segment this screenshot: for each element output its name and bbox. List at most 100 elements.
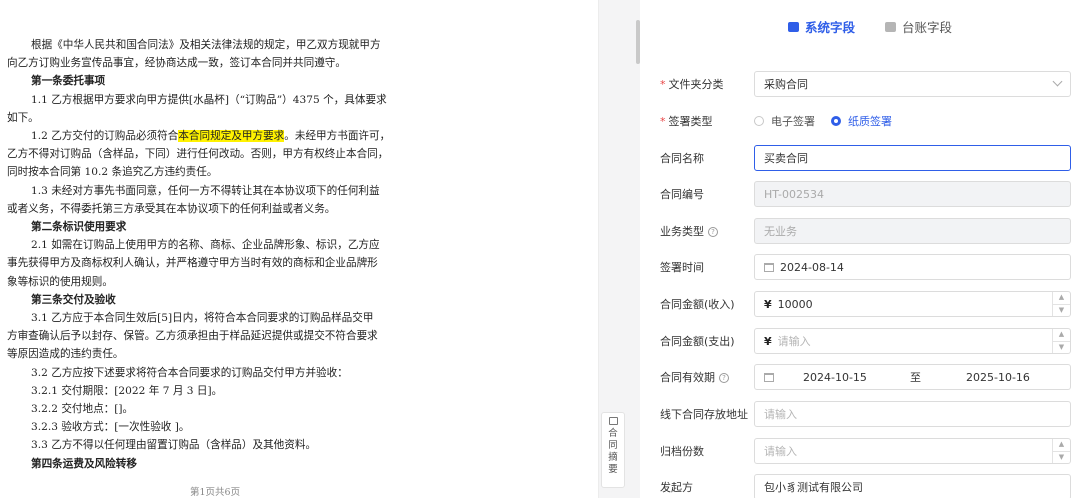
calendar-icon [764,262,774,272]
row-contract-no: 合同编号 HT-002534 [640,179,1080,209]
archive-copies-input[interactable]: 请输入 ▲ ▼ [754,438,1071,464]
range-separator: 至 [910,371,921,384]
contract-summary-button[interactable]: 合 同 摘 要 [601,412,625,488]
row-sign-type: * 签署类型 电子签署 纸质签署 [640,106,1080,136]
field-label: 发起方 [660,481,693,494]
row-initiator: 发起方 包小豸测试有限公司 [640,472,1080,498]
document-line: 第四条运费及风险转移 [31,457,137,470]
document-preview: 根据《中华人民共和国合同法》及相关法律法规的规定，甲乙双方现就甲方向乙方订购业务… [0,0,598,498]
tab-label: 台账字段 [902,20,953,35]
field-label: 合同有效期? [660,369,729,385]
summary-char: 摘 [608,452,618,463]
document-line: 第三条交付及验收 [31,293,116,306]
select-value: 采购合同 [764,78,808,91]
summary-icon [608,417,618,425]
tab-system-fields[interactable]: 系统字段 [788,17,855,36]
field-label: 线下合同存放地址 [660,408,748,421]
summary-char: 合 [608,428,618,439]
business-type-input: 无业务 [754,218,1071,244]
highlighted-text: 本合同规定及甲方要求 [178,130,285,143]
document-line: 如下。 [7,111,39,124]
chevron-down-icon[interactable]: ▼ [1053,342,1070,354]
chevron-down-icon[interactable]: ▼ [1053,305,1070,317]
contract-name-input[interactable]: 买卖合同 [754,145,1071,171]
sign-type-radio-group: 电子签署 纸质签署 [754,113,892,129]
field-label: * 签署类型 [660,115,713,128]
document-line: 乙方不得对订购品（含样品，下同）进行任何改动。否则，甲方有权终止本合同， [7,148,389,161]
row-folder-category: * 文件夹分类 采购合同 [640,69,1080,99]
radio-circle [831,116,841,126]
page-indicator: 第1页共6页 [190,487,241,498]
summary-char: 要 [608,464,618,475]
currency-symbol: ¥ [764,297,772,311]
radio-circle [754,116,764,126]
row-validity: 合同有效期? 2024-10-15 至 2025-10-16 [640,362,1080,392]
radio-electronic-sign[interactable]: 电子签署 [754,113,815,129]
document-line: 事先获得甲方及商标权利人确认，并严格遵守甲方当时有效的商标和企业品牌形 [7,257,378,270]
folder-category-select[interactable]: 采购合同 [754,71,1071,97]
document-line: 同时按本合同第 10.2 条追究乙方违约责任。 [7,166,218,179]
chevron-up-icon[interactable]: ▲ [1053,439,1070,452]
required-mark: * [660,115,666,128]
chart-icon [788,21,799,32]
required-mark: * [660,78,666,91]
amount-income-input[interactable]: ¥ 10000 ▲ ▼ [754,291,1071,317]
tab-ledger-fields[interactable]: 台账字段 [885,17,952,36]
document-line: 第二条标识使用要求 [31,221,127,234]
tab-label: 系统字段 [805,20,856,35]
contract-form-panel: 系统字段 台账字段 *文件夹分类 采购合同 *签署类型 电子签署 纸质签署 [640,0,1080,498]
field-label: 合同编号 [660,188,704,201]
chevron-up-icon[interactable]: ▲ [1053,292,1070,305]
summary-char: 同 [608,440,618,451]
radio-paper-sign[interactable]: 纸质签署 [831,113,892,129]
field-tabs: 系统字段 台账字段 [788,17,952,36]
document-line: 3.2.3 验收方式：[一次性验收 ]。 [31,421,190,434]
number-stepper[interactable]: ▲ ▼ [1052,329,1070,353]
field-label: 合同金额(收入) [660,298,735,311]
field-label: * 文件夹分类 [660,78,724,91]
document-body: 根据《中华人民共和国合同法》及相关法律法规的规定，甲乙双方现就甲方向乙方订购业务… [7,36,437,473]
row-contract-name: 合同名称 买卖合同 [640,143,1080,173]
field-label: 合同金额(支出) [660,335,735,348]
document-line: 1.3 未经对方事先书面同意，任何一方不得转让其在本协议项下的任何利益 [31,184,380,197]
document-line: 1.2 乙方交付的订购品必须符合本合同规定及甲方要求。未经甲方书面许可， [31,130,391,143]
field-label: 合同名称 [660,152,704,165]
row-offline-address: 线下合同存放地址 请输入 [640,399,1080,429]
document-line: 3.2.1 交付期限：[2022 年 7 月 3 日]。 [31,384,223,397]
range-start[interactable]: 2024-10-15 [803,371,867,384]
validity-range-picker[interactable]: 2024-10-15 至 2025-10-16 [754,364,1071,390]
offline-address-input[interactable]: 请输入 [754,401,1071,427]
help-icon[interactable]: ? [719,373,729,383]
document-line: 2.1 如需在订购品上使用甲方的名称、商标、企业品牌形象、标识，乙方应 [31,239,380,252]
document-line: 3.1 乙方应于本合同生效后[5]日内，将符合本合同要求的订购品样品交甲 [31,312,374,325]
chevron-down-icon[interactable]: ▼ [1053,452,1070,464]
document-line: 方审查确认后予以封存、保管。乙方须承担由于样品延迟提供或提交不符合要求 [7,330,378,343]
ledger-icon [885,21,897,32]
document-line: 象等标识的使用规则。 [7,275,113,288]
document-line: 3.3 乙方不得以任何理由留置订购品（含样品）及其他资料。 [31,439,317,452]
chevron-down-icon [1052,76,1063,87]
row-business-type: 业务类型? 无业务 [640,216,1080,246]
field-label: 业务类型? [660,223,718,239]
document-line: 1.1 乙方根据甲方要求向甲方提供[水晶杯]（“订购品”）4375 个，具体要求 [31,93,387,106]
document-line: 等原因造成的违约责任。 [7,348,124,361]
field-label: 签署时间 [660,261,704,274]
document-line: 根据《中华人民共和国合同法》及相关法律法规的规定，甲乙双方现就甲方 [31,39,381,51]
row-sign-date: 签署时间 2024-08-14 [640,252,1080,282]
amount-expense-input[interactable]: ¥ 请输入 ▲ ▼ [754,328,1071,354]
help-icon[interactable]: ? [708,227,718,237]
row-archive-copies: 归档份数 请输入 ▲ ▼ [640,436,1080,466]
row-amount-income: 合同金额(收入) ¥ 10000 ▲ ▼ [640,289,1080,319]
sign-date-picker[interactable]: 2024-08-14 [754,254,1071,280]
document-line: 或者义务，不得委托第三方承受其在本协议项下的任何利益或者义务。 [7,202,336,215]
number-stepper[interactable]: ▲ ▼ [1052,439,1070,463]
number-stepper[interactable]: ▲ ▼ [1052,292,1070,316]
chevron-up-icon[interactable]: ▲ [1053,329,1070,342]
document-line: 3.2.2 交付地点：[]。 [31,403,134,416]
initiator-input[interactable]: 包小豸测试有限公司 [754,474,1071,498]
field-label: 归档份数 [660,445,704,458]
currency-symbol: ¥ [764,334,772,348]
document-line: 向乙方订购业务宣传品事宜，经协商达成一致，签订本合同并共同遵守。 [7,57,346,70]
document-line: 第一条委托事项 [31,75,106,88]
range-end[interactable]: 2025-10-16 [966,371,1030,384]
